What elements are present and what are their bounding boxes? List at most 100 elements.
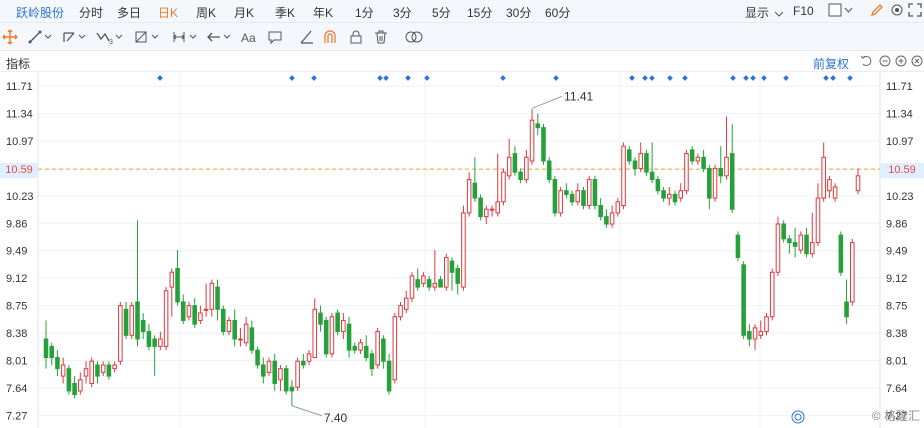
candle: [449, 257, 455, 291]
settings-icon[interactable]: [890, 3, 904, 20]
candle-body: [209, 282, 215, 310]
candle: [575, 183, 581, 206]
trash-icon[interactable]: [373, 29, 389, 45]
candle: [146, 324, 152, 351]
arrow-icon[interactable]: [206, 29, 234, 45]
candle: [203, 283, 209, 317]
period-tab-daily[interactable]: 日K: [158, 4, 178, 21]
pen-icon[interactable]: [299, 29, 315, 45]
candle-body: [158, 338, 163, 347]
period-tab-timeshare[interactable]: 分时: [79, 4, 103, 21]
candle: [415, 268, 420, 291]
comment-icon[interactable]: [267, 29, 283, 45]
line-icon[interactable]: [28, 29, 54, 45]
period-tab-60min[interactable]: 60分: [545, 4, 570, 21]
candle-body: [255, 349, 260, 366]
period-tab-quarterly[interactable]: 季K: [275, 4, 295, 21]
color-picker[interactable]: [828, 3, 854, 20]
candle: [152, 335, 157, 377]
candle: [272, 353, 278, 391]
low-marker-line: [291, 405, 323, 417]
candle: [689, 146, 695, 165]
f10-button[interactable]: F10: [793, 4, 814, 18]
candle-body: [95, 364, 100, 377]
candle: [386, 353, 392, 395]
period-tab-multiday[interactable]: 多日: [117, 4, 141, 21]
channel-icon[interactable]: [62, 29, 88, 45]
price-tick-label: 11.34: [886, 109, 913, 121]
candle-body: [261, 364, 266, 377]
candle: [283, 364, 289, 395]
restore-type-dropdown[interactable]: 前复权: [813, 55, 849, 72]
candle-body: [306, 353, 312, 362]
candle: [592, 175, 598, 210]
magnet-icon[interactable]: [322, 29, 338, 45]
eye-icon[interactable]: [404, 29, 424, 45]
candle-body: [341, 319, 346, 333]
period-tab-weekly[interactable]: 周K: [196, 4, 216, 21]
zoom-out-icon[interactable]: [879, 55, 891, 67]
candle-body: [689, 149, 695, 162]
target-icon[interactable]: [791, 410, 805, 424]
candle-body: [438, 279, 443, 288]
candle: [632, 157, 638, 176]
text-icon[interactable]: Aa: [241, 29, 257, 45]
candle-body: [403, 297, 409, 310]
period-tab-yearly[interactable]: 年K: [313, 4, 333, 21]
period-tab-3min[interactable]: 3分: [393, 4, 412, 21]
candle-body: [546, 160, 552, 181]
period-tab-15min[interactable]: 15分: [467, 4, 492, 21]
range-icon[interactable]: [172, 29, 200, 45]
candle: [118, 301, 123, 365]
candle-body: [535, 123, 541, 129]
candle: [123, 301, 129, 339]
candle-body: [198, 312, 203, 321]
stock-name[interactable]: 跃岭股份: [16, 4, 64, 21]
lock-icon[interactable]: [348, 29, 364, 45]
candle: [655, 175, 661, 195]
candle: [432, 250, 438, 291]
candle: [735, 231, 741, 262]
event-marker: [743, 75, 749, 81]
candle-body: [272, 360, 278, 384]
candle-body: [701, 156, 706, 169]
candle: [232, 309, 237, 347]
period-toolbar: 跃岭股份 分时 多日 日K 周K 月K 季K 年K 1分 3分 5分 15分 3…: [0, 0, 924, 23]
candle-body: [55, 357, 60, 370]
event-marker: [405, 75, 411, 81]
candle-body: [146, 331, 152, 347]
zoom-in-icon[interactable]: [895, 55, 907, 67]
candlestick-chart[interactable]: 11.71 11.34 10.97 10.59 10.23 9.86 9.49 9.12 8.7…: [0, 72, 924, 428]
display-dropdown[interactable]: 显示: [745, 4, 784, 21]
candle: [392, 313, 398, 384]
event-marker: [847, 75, 853, 81]
fullscreen-icon[interactable]: [908, 3, 922, 20]
period-tab-1min[interactable]: 1分: [355, 4, 374, 21]
period-tab-30min[interactable]: 30分: [506, 4, 531, 21]
close-icon[interactable]: [911, 55, 923, 67]
candle: [129, 301, 135, 339]
candle: [198, 305, 203, 325]
candle-body: [815, 197, 821, 244]
undo-icon[interactable]: [860, 55, 872, 67]
candle: [363, 335, 369, 362]
pen-edit-icon[interactable]: [870, 3, 884, 20]
candle: [501, 168, 506, 206]
indicator-label[interactable]: 指标: [6, 55, 30, 72]
event-marker: [289, 75, 295, 81]
candle: [604, 209, 609, 228]
candle: [850, 238, 855, 306]
candle-body: [449, 260, 455, 273]
measure-icon[interactable]: [134, 29, 162, 45]
candle-body: [506, 156, 512, 177]
candle: [569, 190, 575, 206]
candle: [541, 123, 546, 165]
wave-icon[interactable]: 3: [96, 29, 126, 46]
move-icon[interactable]: [2, 29, 18, 45]
period-tab-monthly[interactable]: 月K: [234, 4, 254, 21]
period-tab-5min[interactable]: 5分: [432, 4, 451, 21]
current-price-tag-right: 10.59: [880, 163, 924, 178]
candles[interactable]: [43, 109, 861, 406]
event-markers[interactable]: [157, 75, 853, 81]
candle-body: [621, 145, 626, 206]
